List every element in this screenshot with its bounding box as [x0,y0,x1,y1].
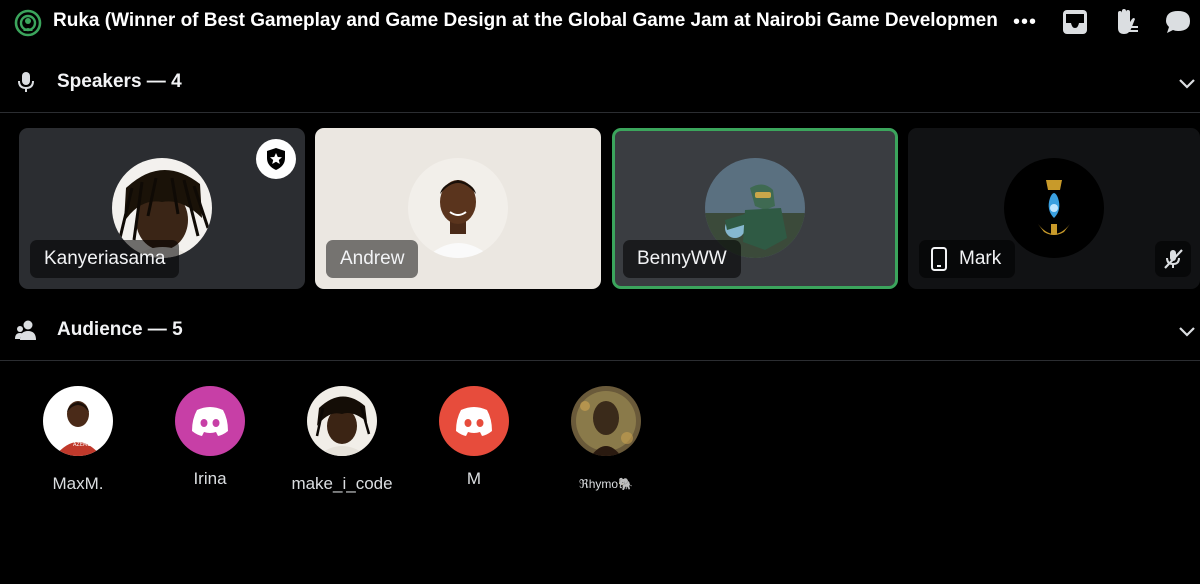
audience-name: make_i_code [291,474,393,493]
avatar [439,386,509,456]
audience-member[interactable]: M [404,386,544,489]
avatar [408,158,508,258]
divider [0,112,1200,113]
mobile-phone-icon [931,247,947,271]
audience-label: Audience — 5 [57,319,183,340]
speaker-tile-andrew[interactable]: Andrew [315,128,601,289]
shield-star-icon [267,148,285,170]
speaker-name-pill: Mark [919,240,1016,278]
more-options-button[interactable]: ••• [1010,8,1040,36]
avatar [1004,158,1104,258]
audience-name: Irina [193,469,227,488]
audience-member[interactable]: ℜhymo🐘 [536,386,676,491]
raise-hand-icon[interactable] [1110,7,1140,37]
inbox-icon[interactable] [1060,7,1090,37]
chevron-down-icon[interactable] [1176,72,1198,94]
avatar [571,386,641,456]
speaker-tile-kanyeriasama[interactable]: Kanyeriasama [19,128,305,289]
audience-name: MaxM. [52,474,104,493]
audience-member[interactable]: make_i_code [272,386,412,494]
divider [0,360,1200,361]
discord-logo-icon [192,407,228,436]
speaker-name: Mark [959,248,1002,269]
people-icon [15,320,36,340]
moderator-badge [256,139,296,179]
audience-section-header[interactable]: Audience — 5 [0,310,1200,350]
discord-logo-icon [456,407,492,436]
speaker-name: Kanyeriasama [30,240,180,278]
audience-name: M [466,469,482,488]
stage-channel-icon [14,9,42,37]
audience-member[interactable]: Irina [140,386,280,489]
header-bar: Ruka (Winner of Best Gameplay and Game D… [0,0,1200,44]
mic-muted-icon [1164,249,1183,269]
channel-title: Ruka (Winner of Best Gameplay and Game D… [53,10,998,31]
chat-bubble-icon[interactable] [1163,7,1193,37]
muted-indicator [1155,241,1191,277]
speaker-tile-mark[interactable]: Mark [908,128,1200,289]
audience-name: ℜhymo🐘 [578,477,634,491]
chevron-down-icon[interactable] [1176,320,1198,342]
avatar [307,386,377,456]
speaker-tile-bennyww[interactable]: BennyWW [612,128,898,289]
speaker-name: Andrew [326,240,419,278]
speakers-label: Speakers — 4 [57,71,182,92]
microphone-icon [18,72,34,92]
speaker-name: BennyWW [623,240,741,278]
avatar [175,386,245,456]
speakers-section-header[interactable]: Speakers — 4 [0,62,1200,102]
avatar: AZEME [43,386,113,456]
svg-text:AZEME: AZEME [73,442,90,448]
audience-member[interactable]: AZEME MaxM. [8,386,148,494]
